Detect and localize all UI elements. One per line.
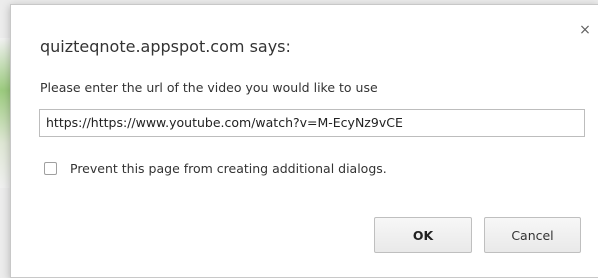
- prompt-dialog: × quizteqnote.appspot.com says: Please e…: [10, 4, 598, 278]
- background-page-edge: [0, 38, 10, 188]
- dialog-title: quizteqnote.appspot.com says:: [40, 37, 291, 56]
- prevent-dialogs-checkbox[interactable]: [44, 161, 57, 175]
- prevent-dialogs-option[interactable]: Prevent this page from creating addition…: [44, 160, 387, 176]
- close-icon[interactable]: ×: [578, 23, 592, 37]
- dialog-message: Please enter the url of the video you wo…: [40, 80, 378, 95]
- url-input[interactable]: https://https://www.youtube.com/watch?v=…: [39, 109, 585, 137]
- prevent-dialogs-label[interactable]: Prevent this page from creating addition…: [70, 161, 387, 176]
- ok-button[interactable]: OK: [374, 217, 472, 253]
- cancel-button[interactable]: Cancel: [484, 217, 581, 253]
